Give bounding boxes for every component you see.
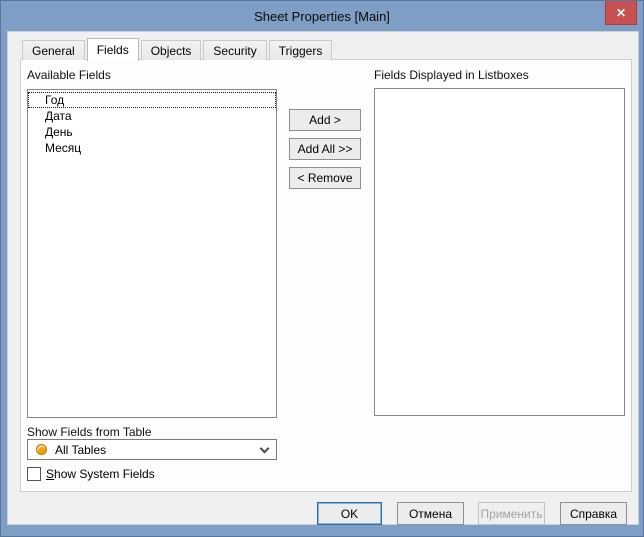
list-item[interactable]: День: [28, 124, 276, 140]
tab-security[interactable]: Security: [203, 40, 267, 60]
show-system-fields-checkbox[interactable]: [27, 467, 41, 481]
table-filter-value: All Tables: [55, 442, 107, 457]
remove-button[interactable]: < Remove: [289, 167, 361, 189]
available-fields-listbox[interactable]: Год Дата День Месяц: [27, 89, 277, 418]
tab-general[interactable]: General: [22, 40, 85, 60]
list-item[interactable]: Месяц: [28, 140, 276, 156]
table-filter-label: Show Fields from Table: [27, 425, 152, 439]
apply-button: Применить: [478, 502, 545, 525]
list-item[interactable]: Дата: [28, 108, 276, 124]
show-system-fields-label[interactable]: Show System Fields: [46, 467, 155, 481]
fields-tab-page: Available Fields Год Дата День Месяц Add…: [20, 59, 632, 492]
all-tables-icon: [36, 444, 47, 455]
close-button[interactable]: ✕: [605, 1, 637, 25]
cancel-button[interactable]: Отмена: [397, 502, 464, 525]
tab-fields[interactable]: Fields: [86, 38, 139, 61]
chevron-down-icon: [259, 443, 270, 453]
close-icon: ✕: [615, 5, 627, 20]
table-filter-select[interactable]: All Tables: [27, 439, 277, 460]
dialog-client-area: General Fields Objects Security Triggers…: [7, 31, 639, 525]
add-all-button[interactable]: Add All >>: [289, 138, 361, 160]
tab-objects[interactable]: Objects: [140, 40, 202, 60]
help-button[interactable]: Справка: [560, 502, 627, 525]
list-item[interactable]: Год: [28, 92, 276, 108]
ok-button[interactable]: OK: [317, 502, 382, 525]
dialog-title: Sheet Properties [Main]: [254, 8, 390, 24]
displayed-fields-listbox[interactable]: [374, 88, 625, 416]
sheet-properties-dialog: Sheet Properties [Main] ✕ General Fields…: [0, 0, 644, 537]
tab-triggers[interactable]: Triggers: [268, 40, 333, 60]
tab-strip: General Fields Objects Security Triggers: [22, 38, 333, 61]
show-system-fields-row: Show System Fields: [27, 467, 155, 481]
add-button[interactable]: Add >: [289, 109, 361, 131]
available-fields-label: Available Fields: [27, 68, 111, 82]
displayed-fields-label: Fields Displayed in Listboxes: [374, 68, 529, 82]
title-bar[interactable]: Sheet Properties [Main] ✕: [1, 1, 643, 31]
